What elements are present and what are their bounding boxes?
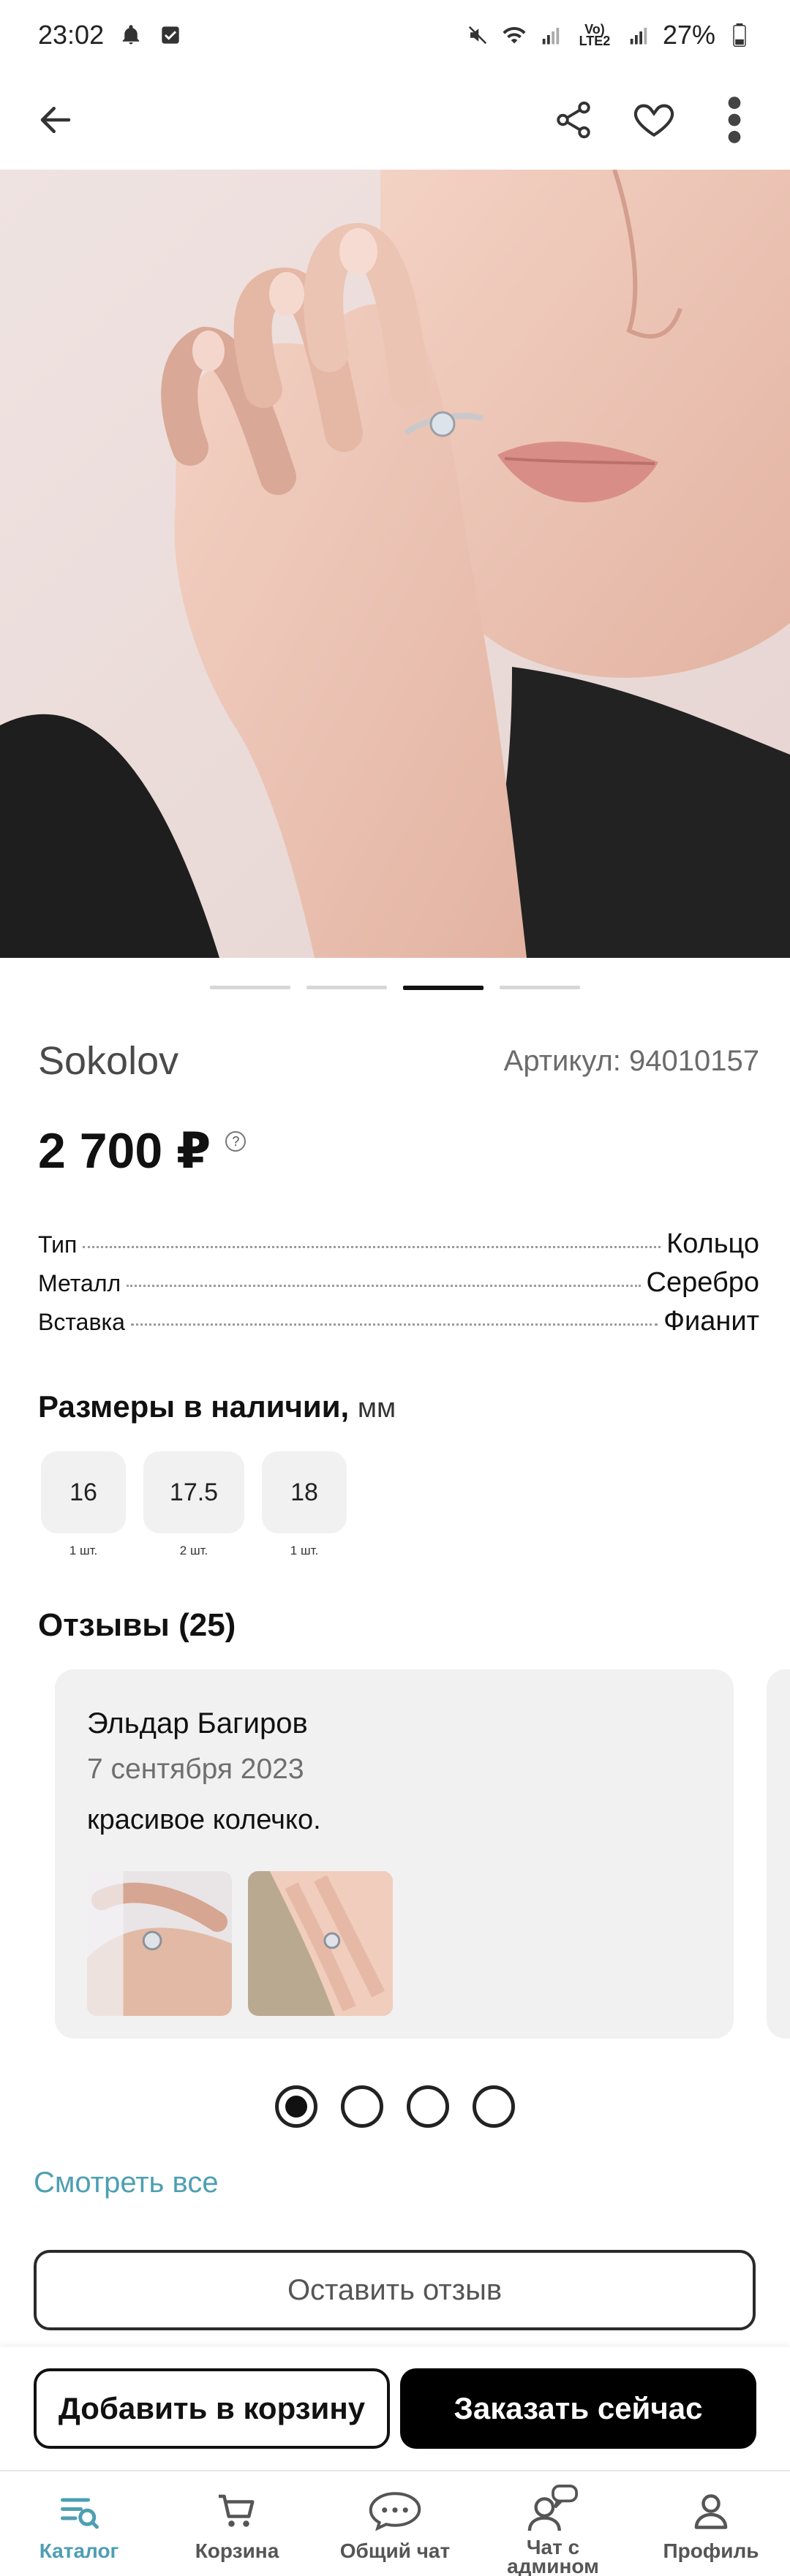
tab-admin-chat[interactable]: Чат с админом: [474, 2471, 632, 2576]
spec-label: Вставка: [38, 1309, 125, 1335]
gallery-indicator-1[interactable]: [210, 986, 290, 989]
gallery-indicators: [0, 986, 790, 990]
admin-chat-icon: [525, 2483, 581, 2535]
spec-label: Металл: [38, 1270, 121, 1296]
size-quantity: 1 шт.: [69, 1544, 98, 1557]
tab-catalog[interactable]: Каталог: [0, 2471, 158, 2576]
size-quantity: 2 шт.: [179, 1544, 208, 1557]
size-option[interactable]: 16 1 шт.: [41, 1451, 126, 1558]
review-page-dot-2[interactable]: [341, 2085, 383, 2128]
bottom-tab-bar: Каталог Корзина Общий чат Чат с админом …: [0, 2470, 790, 2576]
tab-label: Профиль: [663, 2539, 759, 2562]
catalog-search-icon: [51, 2483, 107, 2539]
tab-label: Чат с админом: [507, 2536, 599, 2576]
review-page-dot-3[interactable]: [407, 2085, 449, 2128]
battery-icon: [727, 23, 752, 48]
arrow-left-icon: [40, 107, 71, 133]
share-icon: [557, 101, 590, 139]
brand-row: Sokolov Артикул: 94010157: [38, 1038, 759, 1084]
spec-value: Серебро: [646, 1267, 759, 1298]
spec-leader-dots: [127, 1285, 641, 1287]
gallery-indicator-3[interactable]: [403, 986, 484, 990]
leave-review-button[interactable]: Оставить отзыв: [34, 2250, 756, 2330]
review-card[interactable]: Эльдар Багиров 7 сентября 2023 красивое …: [55, 1669, 734, 2039]
size-option[interactable]: 17.5 2 шт.: [143, 1451, 244, 1558]
review-photo-image: [87, 1871, 232, 2016]
battery-percent: 27%: [662, 20, 715, 50]
tab-label: Корзина: [195, 2539, 279, 2562]
review-photo-image: [248, 1871, 393, 2016]
price-row: 2 700 ₽ ?: [38, 1122, 247, 1180]
sizes-title-text: Размеры в наличии,: [38, 1389, 350, 1424]
tab-label: Каталог: [39, 2539, 119, 2562]
spec-row-type: Тип Кольцо: [38, 1228, 759, 1267]
review-page-dot-4[interactable]: [473, 2085, 515, 2128]
tab-general-chat[interactable]: Общий чат: [316, 2471, 474, 2576]
spec-value: Фианит: [663, 1306, 759, 1337]
profile-icon: [683, 2483, 739, 2539]
review-page-dot-1[interactable]: [275, 2085, 317, 2128]
spec-value: Кольцо: [666, 1228, 759, 1259]
review-text: красивое колечко.: [87, 1805, 321, 1835]
article-number: Артикул: 94010157: [503, 1044, 759, 1077]
sizes-title: Размеры в наличии, мм: [38, 1389, 396, 1424]
review-date: 7 сентября 2023: [87, 1753, 304, 1785]
checkbox-notification-icon: [158, 23, 183, 48]
review-author: Эльдар Багиров: [87, 1707, 308, 1740]
reviews-title: Отзывы (25): [38, 1607, 236, 1643]
add-to-cart-button[interactable]: Добавить в корзину: [34, 2368, 390, 2449]
spec-row-metal: Металл Серебро: [38, 1267, 759, 1306]
status-time: 23:02: [38, 20, 105, 50]
size-chip[interactable]: 17.5: [143, 1451, 244, 1533]
product-image[interactable]: [0, 170, 790, 958]
brand-name[interactable]: Sokolov: [38, 1038, 178, 1084]
network-type: Vo) LTE2: [579, 22, 611, 48]
cart-icon: [209, 2483, 265, 2539]
notification-bell-icon: [118, 23, 143, 48]
tab-label: Общий чат: [339, 2539, 451, 2562]
heart-icon: [633, 104, 674, 137]
spec-leader-dots: [130, 1323, 658, 1326]
spec-leader-dots: [83, 1246, 661, 1248]
price: 2 700 ₽: [38, 1123, 211, 1179]
spec-label: Тип: [38, 1231, 78, 1258]
specs-list: Тип Кольцо Металл Серебро Вставка Фианит: [38, 1228, 759, 1345]
price-help-icon[interactable]: ?: [225, 1131, 247, 1152]
review-photos: [87, 1871, 701, 2016]
back-button[interactable]: [29, 94, 82, 146]
signal-icon-1: [538, 23, 563, 48]
share-button[interactable]: [547, 94, 600, 146]
sizes-list: 16 1 шт. 17.5 2 шт. 18 1 шт.: [41, 1451, 347, 1558]
bottom-action-bar: Добавить в корзину Заказать сейчас: [0, 2347, 790, 2470]
review-photo-2[interactable]: [248, 1871, 393, 2016]
next-review-card-peek[interactable]: [767, 1669, 790, 2039]
tab-profile[interactable]: Профиль: [632, 2471, 790, 2576]
mute-icon: [465, 23, 490, 48]
size-quantity: 1 шт.: [290, 1544, 319, 1557]
favorite-button[interactable]: [628, 94, 680, 146]
app-bar: [0, 70, 790, 170]
size-chip[interactable]: 18: [262, 1451, 347, 1533]
size-option[interactable]: 18 1 шт.: [262, 1451, 347, 1558]
more-options-button[interactable]: [708, 94, 761, 146]
product-photo-illustration: [0, 170, 790, 958]
more-vertical-icon: [728, 97, 741, 143]
sizes-unit: мм: [357, 1393, 396, 1424]
gallery-indicator-4[interactable]: [500, 986, 580, 989]
review-pagination: [0, 2085, 790, 2128]
see-all-reviews-link[interactable]: Смотреть все: [34, 2167, 219, 2199]
chat-bubble-icon: [367, 2483, 423, 2539]
wifi-icon: [502, 23, 527, 48]
order-now-button[interactable]: Заказать сейчас: [400, 2368, 756, 2449]
size-chip[interactable]: 16: [41, 1451, 126, 1533]
tab-cart[interactable]: Корзина: [158, 2471, 316, 2576]
signal-icon-2: [626, 23, 651, 48]
review-photo-1[interactable]: [87, 1871, 232, 2016]
spec-row-insert: Вставка Фианит: [38, 1306, 759, 1345]
status-bar: 23:02 Vo) LTE2 27%: [0, 0, 790, 70]
gallery-indicator-2[interactable]: [306, 986, 387, 989]
